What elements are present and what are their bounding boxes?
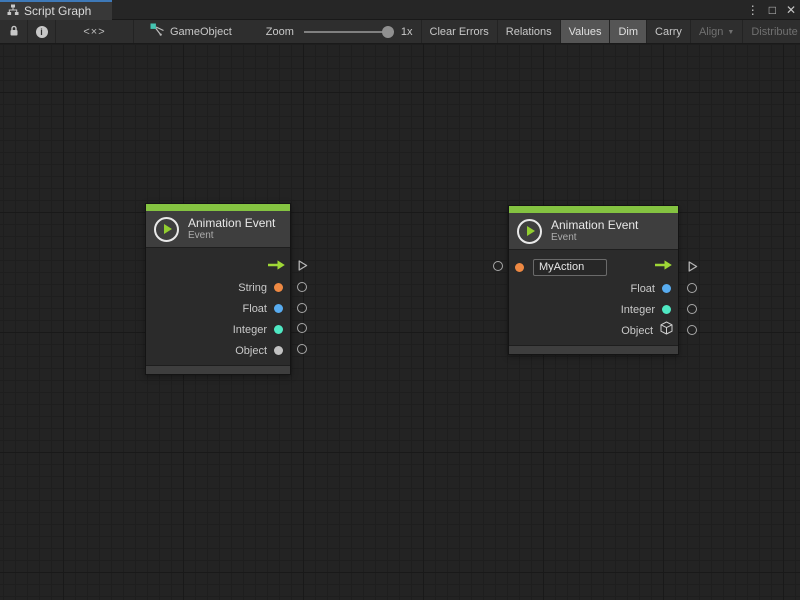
integer-output-port[interactable] bbox=[687, 304, 697, 314]
clear-errors-button[interactable]: Clear Errors bbox=[422, 20, 498, 43]
port-label: Object bbox=[621, 325, 653, 337]
window-titlebar: Script Graph ⋮ □ ✕ bbox=[0, 0, 800, 20]
node-header[interactable]: Animation Event Event bbox=[509, 213, 678, 249]
cube-icon[interactable] bbox=[660, 321, 673, 340]
node-header[interactable]: Animation Event Event bbox=[146, 211, 290, 247]
node-body: String Float Integer Object bbox=[146, 247, 290, 365]
port-label: Integer bbox=[621, 304, 655, 316]
object-output-port[interactable] bbox=[687, 325, 697, 335]
node-accent-bar bbox=[146, 204, 290, 211]
target-label: GameObject bbox=[170, 26, 232, 38]
zoom-label: Zoom bbox=[266, 26, 294, 38]
close-icon[interactable]: ✕ bbox=[786, 0, 796, 20]
node-subtitle: Event bbox=[551, 232, 638, 244]
string-output-port[interactable] bbox=[297, 282, 307, 292]
window-menu-icon[interactable]: ⋮ bbox=[747, 0, 759, 20]
code-view-button[interactable]: <×> bbox=[56, 20, 134, 43]
integer-output-port[interactable] bbox=[297, 323, 307, 333]
flow-output-port[interactable] bbox=[686, 260, 699, 278]
graph-pointer-icon bbox=[150, 23, 165, 40]
node-footer bbox=[509, 345, 678, 354]
port-label: Float bbox=[243, 303, 267, 315]
node-animation-event-2[interactable]: Animation Event Event Float bbox=[508, 205, 679, 355]
info-icon: i bbox=[36, 26, 48, 38]
node-accent-bar bbox=[509, 206, 678, 213]
node-body: Float Integer Object bbox=[509, 249, 678, 345]
values-button[interactable]: Values bbox=[561, 20, 611, 43]
zoom-slider-knob[interactable] bbox=[382, 26, 394, 38]
float-port-dot[interactable] bbox=[274, 304, 283, 313]
graph-icon bbox=[7, 4, 19, 19]
port-row: String bbox=[146, 277, 290, 298]
float-output-port[interactable] bbox=[297, 303, 307, 313]
lock-icon bbox=[8, 24, 20, 40]
integer-port-dot[interactable] bbox=[662, 305, 671, 314]
tab-title: Script Graph bbox=[24, 4, 91, 18]
align-button[interactable]: Align ▼ bbox=[691, 20, 743, 43]
port-row: Integer bbox=[146, 319, 290, 340]
distribute-button[interactable]: Distribute ▼ bbox=[743, 20, 800, 43]
carry-button[interactable]: Carry bbox=[647, 20, 691, 43]
node-animation-event-1[interactable]: Animation Event Event String bbox=[145, 203, 291, 375]
play-icon bbox=[517, 219, 542, 244]
flow-arrow-icon bbox=[654, 258, 673, 276]
zoom-control: Zoom 1x bbox=[266, 20, 413, 43]
maximize-icon[interactable]: □ bbox=[769, 0, 776, 20]
info-button[interactable]: i bbox=[28, 20, 56, 43]
port-label: Float bbox=[631, 283, 655, 295]
action-name-input[interactable] bbox=[533, 259, 607, 276]
graph-canvas[interactable]: Animation Event Event String bbox=[0, 44, 800, 600]
lock-button[interactable] bbox=[0, 20, 28, 43]
flow-arrow-icon bbox=[267, 258, 286, 276]
port-row: Integer bbox=[509, 299, 678, 320]
port-label: Object bbox=[235, 345, 267, 357]
relations-button[interactable]: Relations bbox=[498, 20, 561, 43]
zoom-slider[interactable] bbox=[304, 31, 392, 33]
string-port-dot[interactable] bbox=[274, 283, 283, 292]
node-subtitle: Event bbox=[188, 230, 275, 242]
object-output-port[interactable] bbox=[297, 344, 307, 354]
zoom-value: 1x bbox=[401, 26, 413, 38]
dim-button[interactable]: Dim bbox=[610, 20, 647, 43]
object-port-dot[interactable] bbox=[274, 346, 283, 355]
node-title: Animation Event bbox=[551, 218, 638, 232]
port-label: String bbox=[238, 282, 267, 294]
action-input-row bbox=[509, 256, 678, 278]
graph-toolbar: i <×> GameObject Zoom 1x Clear Errors Re… bbox=[0, 20, 800, 44]
port-label: Integer bbox=[233, 324, 267, 336]
integer-port-dot[interactable] bbox=[274, 325, 283, 334]
flow-output-port[interactable] bbox=[296, 259, 309, 277]
name-input-port-dot[interactable] bbox=[515, 263, 524, 272]
node-title: Animation Event bbox=[188, 216, 275, 230]
float-output-port[interactable] bbox=[687, 283, 697, 293]
flow-output-row bbox=[146, 256, 290, 277]
port-row: Object bbox=[509, 320, 678, 341]
node-footer bbox=[146, 365, 290, 374]
float-port-dot[interactable] bbox=[662, 284, 671, 293]
port-row: Object bbox=[146, 340, 290, 361]
name-input-port[interactable] bbox=[493, 261, 503, 271]
graph-target[interactable]: GameObject bbox=[144, 20, 238, 43]
tab-script-graph[interactable]: Script Graph bbox=[0, 0, 112, 20]
port-row: Float bbox=[509, 278, 678, 299]
port-row: Float bbox=[146, 298, 290, 319]
chevron-down-icon: ▼ bbox=[727, 29, 734, 36]
play-icon bbox=[154, 217, 179, 242]
